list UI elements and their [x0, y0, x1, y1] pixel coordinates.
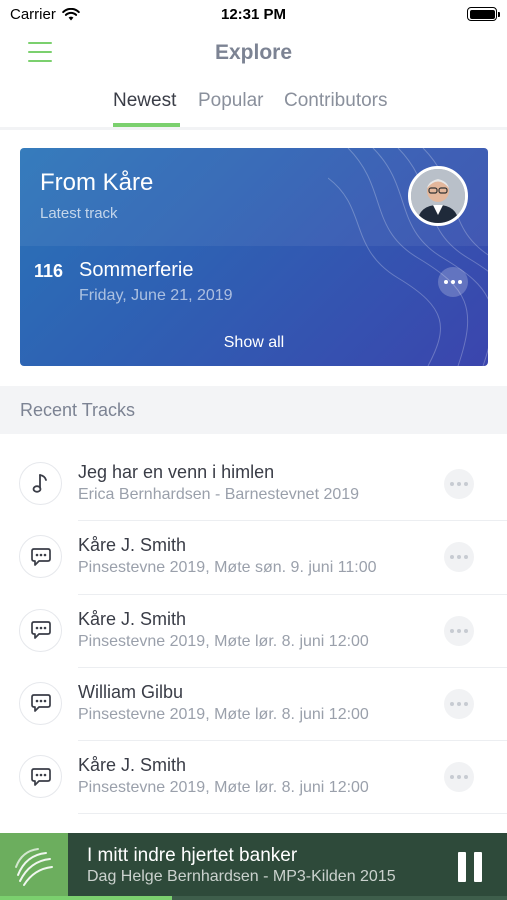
- list-item[interactable]: William Gilbu Pinsestevne 2019, Møte lør…: [0, 668, 507, 742]
- track-subtitle: Erica Bernhardsen - Barnestevnet 2019: [78, 486, 360, 503]
- list-item[interactable]: Kåre J. Smith Pinsestevne 2019, Møte lør…: [0, 741, 507, 815]
- speech-bubble-icon: [19, 755, 62, 799]
- mini-player[interactable]: I mitt indre hjertet banker Dag Helge Be…: [0, 833, 507, 900]
- track-subtitle: Pinsestevne 2019, Møte søn. 9. juni 11:0…: [78, 559, 377, 577]
- section-title: Recent Tracks: [20, 399, 136, 420]
- ellipsis-icon: [450, 555, 468, 560]
- now-playing-subtitle: Dag Helge Bernhardsen - MP3-Kilden 2015: [87, 868, 396, 885]
- card-title: From Kåre: [40, 169, 154, 196]
- carrier-label: Carrier: [10, 5, 56, 23]
- person-avatar-icon: [411, 169, 465, 223]
- page-title: Explore: [214, 41, 293, 64]
- track-subtitle: Pinsestevne 2019, Møte lør. 8. juni 12:0…: [78, 779, 369, 797]
- status-bar: Carrier 12:31 PM: [0, 0, 507, 28]
- more-options-button[interactable]: [444, 615, 474, 646]
- wifi-icon: [62, 7, 80, 20]
- pause-button[interactable]: [456, 852, 484, 882]
- track-subtitle: Pinsestevne 2019, Møte lør. 8. juni 12:0…: [78, 705, 369, 723]
- list-item[interactable]: Kåre J. Smith Pinsestevne 2019, Møte lør…: [0, 595, 507, 668]
- list-item[interactable]: Jeg har en venn i himlen Erica Bernhards…: [0, 448, 507, 522]
- tab-contributors[interactable]: Contributors: [284, 90, 388, 112]
- nav-bar: Explore: [0, 28, 507, 78]
- track-date: Friday, June 21, 2019: [79, 287, 233, 304]
- track-title[interactable]: Sommerferie: [79, 259, 193, 282]
- now-playing-title: I mitt indre hjertet banker: [87, 845, 298, 866]
- track-number: 116: [34, 261, 64, 281]
- track-title: Jeg har en venn i himlen: [78, 462, 275, 482]
- playback-progress-bar[interactable]: [0, 896, 507, 900]
- pause-icon-bar-left: [458, 852, 466, 882]
- ellipsis-icon: [450, 482, 468, 486]
- more-options-button[interactable]: [438, 267, 468, 297]
- track-title: Kåre J. Smith: [78, 755, 187, 776]
- playback-progress-fill: [0, 896, 173, 900]
- clock: 12:31 PM: [220, 5, 287, 23]
- more-options-button[interactable]: [444, 762, 474, 793]
- more-options-button[interactable]: [444, 542, 474, 573]
- contributor-avatar[interactable]: [408, 166, 468, 226]
- speech-bubble-icon: [19, 535, 62, 579]
- tab-newest[interactable]: Newest: [113, 90, 176, 112]
- list-item[interactable]: Kåre J. Smith Pinsestevne 2019, Møte søn…: [0, 521, 507, 595]
- track-title: William Gilbu: [78, 681, 184, 702]
- card-subtitle: Latest track: [40, 205, 118, 222]
- recent-tracks-list: Jeg har en venn i himlen Erica Bernhards…: [0, 448, 507, 815]
- album-art[interactable]: [0, 833, 68, 900]
- ellipsis-icon: [450, 701, 468, 706]
- ellipsis-icon: [444, 280, 462, 284]
- track-subtitle: Pinsestevne 2019, Møte lør. 8. juni 12:0…: [78, 632, 369, 650]
- ellipsis-icon: [450, 775, 468, 780]
- ellipsis-icon: [450, 628, 468, 633]
- album-art-icon: [15, 847, 53, 886]
- active-tab-indicator: [113, 123, 180, 127]
- track-title: Kåre J. Smith: [78, 535, 187, 556]
- divider: [78, 813, 507, 815]
- featured-contributor-card[interactable]: From Kåre Latest track 116 Sommerferie F…: [20, 148, 488, 366]
- more-options-button[interactable]: [444, 688, 474, 719]
- show-all-button[interactable]: Show all: [20, 334, 488, 352]
- tab-bar: Newest Popular Contributors: [0, 84, 507, 130]
- speech-bubble-icon: [19, 608, 62, 652]
- music-note-icon: [19, 462, 62, 505]
- more-options-button[interactable]: [444, 469, 474, 499]
- speech-bubble-icon: [19, 681, 62, 725]
- section-header: Recent Tracks: [0, 386, 507, 434]
- tab-popular[interactable]: Popular: [198, 90, 264, 112]
- battery-icon: [467, 7, 500, 21]
- status-left: Carrier: [10, 6, 80, 23]
- track-title: Kåre J. Smith: [78, 608, 187, 629]
- pause-icon-bar-right: [474, 852, 482, 882]
